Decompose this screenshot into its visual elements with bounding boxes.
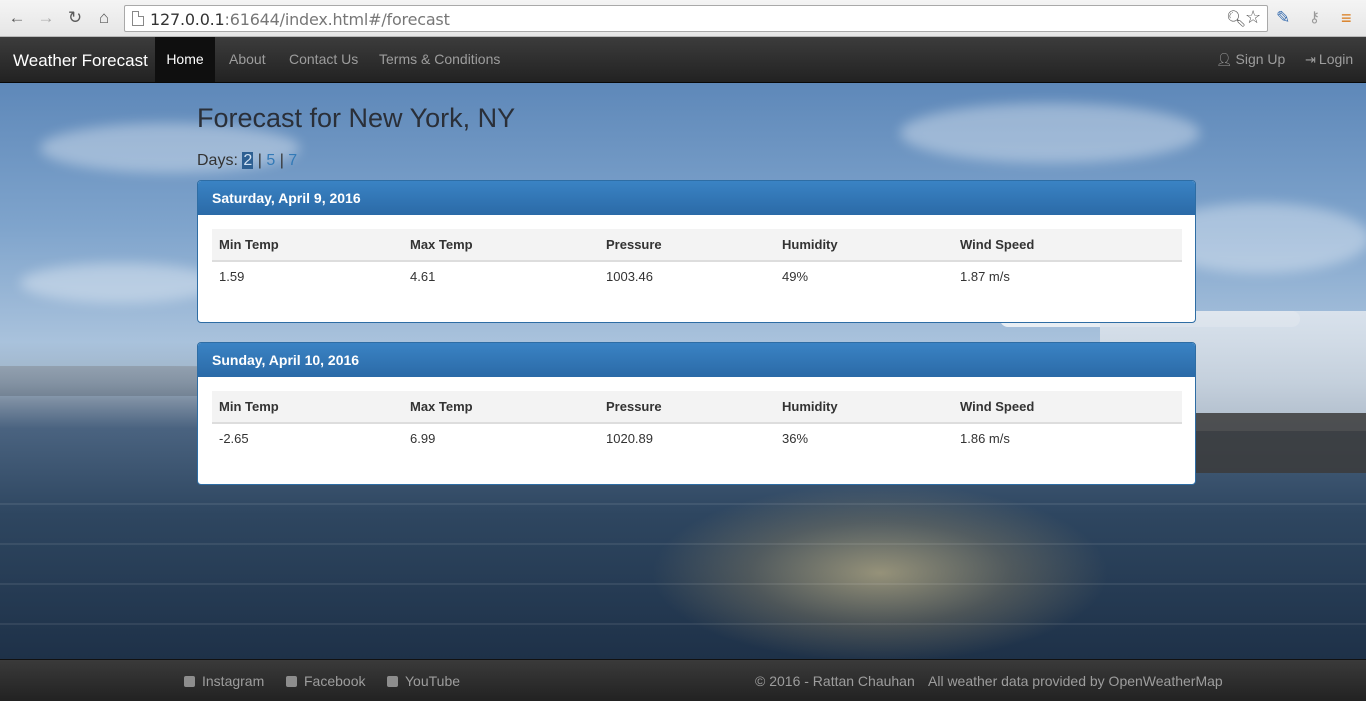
facebook-link[interactable]: Facebook (286, 673, 365, 689)
copyright-text: © 2016 - Rattan Chauhan (755, 673, 915, 689)
min-temp-value: -2.65 (219, 431, 249, 446)
nav-contact-us[interactable]: Contact Us (275, 37, 372, 82)
instagram-link[interactable]: Instagram (184, 673, 264, 689)
col-max-temp: Max Temp (403, 391, 599, 424)
attribution-text: All weather data provided by OpenWeather… (928, 673, 1223, 689)
brand-link[interactable]: Weather Forecast (13, 51, 148, 71)
url-text[interactable]: 127.0.0.1:61644/index.html#/forecast (150, 10, 450, 29)
forecast-date: Sunday, April 10, 2016 (198, 343, 1195, 377)
humidity-value: 49% (782, 269, 809, 284)
zoom-icon[interactable]: 🔍︎ (1226, 9, 1246, 29)
days-label: Days: (197, 152, 238, 169)
water-ripple (0, 623, 1366, 625)
table-header-row: Min Temp Max Temp Pressure Humidity Wind… (212, 391, 1182, 424)
address-bar[interactable]: 127.0.0.1:61644/index.html#/forecast 🔍︎ … (124, 5, 1268, 32)
sign-up-link[interactable]: 👤︎ Sign Up (1216, 37, 1285, 82)
instagram-icon (184, 676, 195, 687)
col-min-temp: Min Temp (212, 391, 403, 424)
table-header-row: Min Temp Max Temp Pressure Humidity Wind… (212, 229, 1182, 262)
facebook-icon (286, 676, 297, 687)
col-max-temp: Max Temp (403, 229, 599, 262)
pressure-value: 1003.46 (606, 269, 653, 284)
footer: Instagram Facebook YouTube © 2016 - Ratt… (0, 659, 1366, 701)
water-ripple (0, 543, 1366, 545)
pier-crowd (1195, 413, 1366, 473)
page-title: Forecast for New York, NY (197, 103, 516, 133)
forecast-table: Min Temp Max Temp Pressure Humidity Wind… (212, 229, 1182, 291)
table-row: 1.59 4.61 1003.46 49% 1.87 m/s (212, 261, 1182, 291)
col-humidity: Humidity (775, 229, 953, 262)
home-icon[interactable]: ⌂ (94, 8, 114, 28)
browser-toolbar: ← → ↻ ⌂ 127.0.0.1:61644/index.html#/fore… (0, 0, 1366, 37)
table-row: -2.65 6.99 1020.89 36% 1.86 m/s (212, 423, 1182, 453)
forecast-panel: Sunday, April 10, 2016 Min Temp Max Temp… (197, 342, 1196, 485)
nav-terms-conditions[interactable]: Terms & Conditions (365, 37, 514, 82)
water-ripple (0, 503, 1366, 505)
humidity-value: 36% (782, 431, 809, 446)
forecast-table: Min Temp Max Temp Pressure Humidity Wind… (212, 391, 1182, 453)
days-selector: Days: 2 | 5 | 7 (197, 152, 297, 170)
wind-speed-value: 1.86 m/s (960, 431, 1010, 446)
days-option-2[interactable]: 2 (242, 152, 254, 169)
days-option-5[interactable]: 5 (266, 152, 275, 169)
forecast-date: Saturday, April 9, 2016 (198, 181, 1195, 215)
login-icon: ⇥ (1305, 52, 1316, 67)
page-icon (132, 11, 144, 26)
water-glare (650, 483, 1110, 659)
user-icon: 👤︎ (1216, 52, 1233, 67)
youtube-icon (387, 676, 398, 687)
wind-speed-value: 1.87 m/s (960, 269, 1010, 284)
water-ripple (0, 583, 1366, 585)
bookmark-star-icon[interactable]: ☆ (1245, 7, 1261, 28)
top-navbar: Weather Forecast Home About Contact Us T… (0, 37, 1366, 83)
forecast-panel: Saturday, April 9, 2016 Min Temp Max Tem… (197, 180, 1196, 323)
forward-arrow-icon[interactable]: → (36, 8, 56, 28)
menu-icon[interactable]: ≡ (1341, 7, 1352, 29)
min-temp-value: 1.59 (219, 269, 245, 284)
max-temp-value: 4.61 (410, 269, 436, 284)
col-min-temp: Min Temp (212, 229, 403, 262)
login-link[interactable]: ⇥ Login (1305, 37, 1353, 82)
pressure-value: 1020.89 (606, 431, 653, 446)
col-pressure: Pressure (599, 391, 775, 424)
col-humidity: Humidity (775, 391, 953, 424)
cloud-shape (20, 263, 220, 303)
cloud-shape (900, 103, 1200, 163)
separator: | (279, 152, 284, 169)
reload-icon[interactable]: ↻ (65, 8, 85, 28)
youtube-link[interactable]: YouTube (387, 673, 460, 689)
key-icon[interactable]: ⚷ (1309, 7, 1320, 29)
days-option-7[interactable]: 7 (288, 152, 297, 169)
eyedropper-icon[interactable]: ✎ (1276, 7, 1290, 29)
back-arrow-icon[interactable]: ← (7, 8, 27, 28)
nav-home[interactable]: Home (155, 37, 215, 82)
max-temp-value: 6.99 (410, 431, 436, 446)
col-wind-speed: Wind Speed (953, 391, 1182, 424)
col-pressure: Pressure (599, 229, 775, 262)
nav-about[interactable]: About (215, 37, 280, 82)
separator: | (257, 152, 262, 169)
col-wind-speed: Wind Speed (953, 229, 1182, 262)
